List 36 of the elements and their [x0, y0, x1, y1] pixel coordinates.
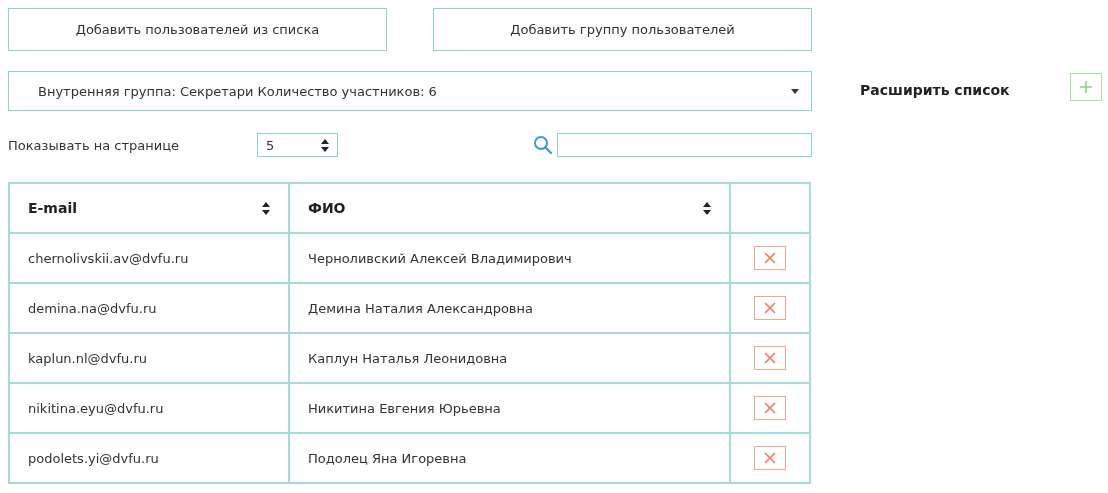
add-button[interactable]	[1070, 73, 1102, 101]
delete-button[interactable]	[754, 296, 786, 320]
add-button[interactable]: Добавить группу пользователей	[433, 8, 812, 51]
table-cell: kaplun.nl@dvfu.ru	[9, 333, 289, 383]
table-cell: Никитина Евгения Юрьевна	[289, 383, 730, 433]
delete-button[interactable]	[754, 246, 786, 270]
close-icon	[764, 352, 776, 364]
table-cell: Каплун Наталья Леонидовна	[289, 333, 730, 383]
caret-icon	[791, 88, 799, 94]
close-icon	[764, 452, 776, 464]
plus-icon	[1079, 80, 1093, 94]
column-header[interactable]: E-mail	[9, 183, 289, 233]
table-cell: Демина Наталия Александровна	[289, 283, 730, 333]
sort-icon	[262, 201, 270, 215]
search-icon[interactable]	[533, 135, 553, 155]
spinner-icon	[321, 138, 329, 152]
column-header[interactable]: ФИО	[289, 183, 730, 233]
delete-button[interactable]	[754, 346, 786, 370]
table-cell: Подолец Яна Игоревна	[289, 433, 730, 483]
table-cell: nikitina.eyu@dvfu.ru	[9, 383, 289, 433]
expand-list-label: Расширить список	[860, 82, 1011, 98]
table-cell: Черноливский Алексей Владимирович	[289, 233, 730, 283]
sort-icon	[703, 201, 711, 215]
search-field[interactable]	[557, 133, 812, 157]
close-icon	[764, 252, 776, 264]
delete-button[interactable]	[754, 446, 786, 470]
table-cell: demina.na@dvfu.ru	[9, 283, 289, 333]
page-size-label: Показывать на странице	[8, 137, 181, 153]
close-icon	[764, 302, 776, 314]
delete-button[interactable]	[754, 396, 786, 420]
group-dropdown[interactable]: Внутренняя группа: Секретари Количество участников: 6	[8, 71, 812, 111]
close-icon	[764, 402, 776, 414]
page-size-select[interactable]: 5	[257, 133, 338, 157]
table-cell: chernolivskii.av@dvfu.ru	[9, 233, 289, 283]
table-cell: podolets.yi@dvfu.ru	[9, 433, 289, 483]
add-button[interactable]: Добавить пользователей из списка	[8, 8, 387, 51]
